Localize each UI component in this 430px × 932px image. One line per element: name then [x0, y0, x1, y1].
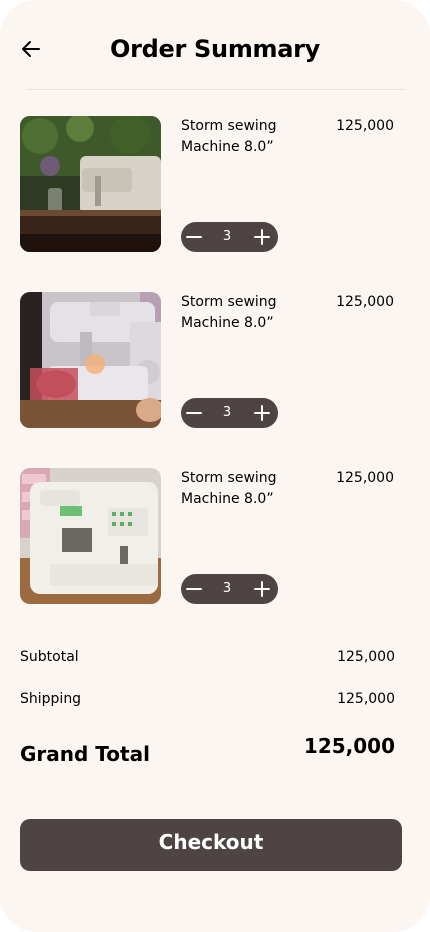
- shipping-value: 125,000: [337, 691, 395, 707]
- plus-icon: [254, 229, 270, 245]
- quantity-value: 3: [222, 229, 232, 244]
- page-title: Order Summary: [109, 35, 321, 63]
- minus-icon: [186, 236, 202, 238]
- plus-icon: [254, 581, 270, 597]
- quantity-value: 3: [222, 405, 232, 420]
- cart-item: Storm sewing Machine 8.0” 125,000 3: [20, 468, 400, 604]
- increase-quantity-button[interactable]: [250, 577, 274, 601]
- increase-quantity-button[interactable]: [250, 401, 274, 425]
- increase-quantity-button[interactable]: [250, 225, 274, 249]
- item-price: 125,000: [336, 294, 394, 310]
- quantity-value: 3: [222, 581, 232, 596]
- item-price: 125,000: [336, 118, 394, 134]
- header-divider: [26, 89, 406, 90]
- quantity-stepper: 3: [181, 398, 278, 428]
- product-image: [20, 468, 161, 604]
- decrease-quantity-button[interactable]: [182, 401, 206, 425]
- quantity-stepper: 3: [181, 574, 278, 604]
- cart-item: Storm sewing Machine 8.0” 125,000 3: [20, 292, 400, 428]
- item-name: Storm sewing Machine 8.0”: [181, 294, 277, 331]
- item-name: Storm sewing Machine 8.0”: [181, 470, 277, 507]
- decrease-quantity-button[interactable]: [182, 225, 206, 249]
- order-summary-screen: Order Summary Storm sewing Machine 8.0”: [0, 0, 430, 932]
- grand-total-value: 125,000: [303, 734, 395, 758]
- item-name: Storm sewing Machine 8.0”: [181, 118, 277, 155]
- item-price: 125,000: [336, 470, 394, 486]
- header: Order Summary: [0, 0, 430, 90]
- plus-icon: [254, 405, 270, 421]
- cart-item: Storm sewing Machine 8.0” 125,000 3: [20, 116, 400, 252]
- quantity-stepper: 3: [181, 222, 278, 252]
- shipping-label: Shipping: [20, 691, 82, 707]
- subtotal-value: 125,000: [337, 649, 395, 665]
- checkout-button[interactable]: Checkout: [20, 819, 402, 871]
- product-image: [20, 116, 161, 252]
- decrease-quantity-button[interactable]: [182, 577, 206, 601]
- product-image: [20, 292, 161, 428]
- minus-icon: [186, 588, 202, 590]
- subtotal-label: Subtotal: [20, 649, 79, 665]
- minus-icon: [186, 412, 202, 414]
- grand-total-label: Grand Total: [20, 742, 150, 766]
